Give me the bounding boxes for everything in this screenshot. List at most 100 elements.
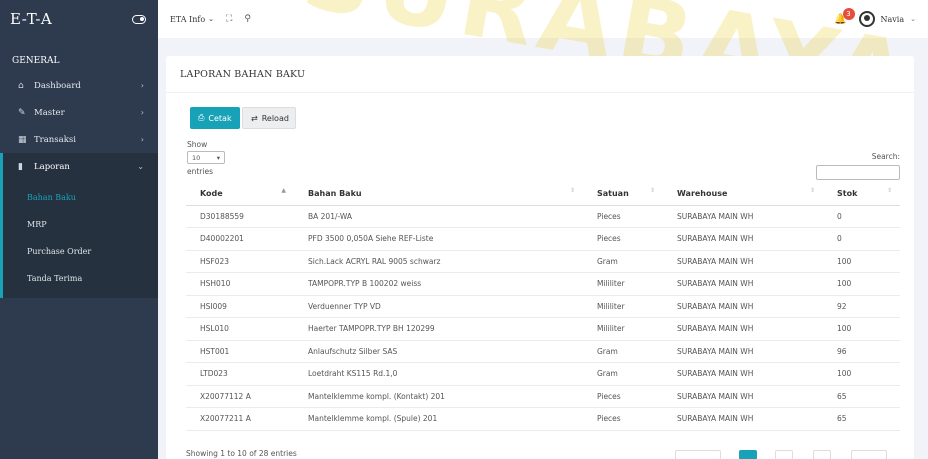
cell-warehouse: SURABAYA MAIN WH bbox=[663, 250, 823, 273]
sidebar-item-dashboard[interactable]: ⌂ Dashboard › bbox=[0, 72, 158, 99]
reload-button[interactable]: ⇄ Reload bbox=[242, 107, 296, 129]
card-divider bbox=[166, 92, 914, 93]
column-header-warehouse[interactable]: Warehouse ⇕ bbox=[663, 183, 823, 206]
sidebar-item-label: Master bbox=[34, 107, 65, 118]
chevron-down-icon: ⌄ bbox=[137, 162, 144, 171]
sidebar-submenu: Bahan Baku MRP Purchase Order Tanda Teri… bbox=[0, 180, 158, 298]
brand-title: E-T-A bbox=[10, 10, 53, 28]
cell-stok: 92 bbox=[823, 295, 900, 318]
sidebar-item-laporan[interactable]: ▮ Laporan ⌄ bbox=[0, 153, 158, 180]
cell-bahan-baku: Sich.Lack ACRYL RAL 9005 schwarz bbox=[294, 250, 583, 273]
entries-label: entries bbox=[187, 167, 213, 176]
sidebar-subitem-mrp[interactable]: MRP bbox=[3, 211, 158, 238]
eta-info-label: ETA Info bbox=[170, 14, 206, 24]
column-header-satuan[interactable]: Satuan ⇕ bbox=[583, 183, 663, 206]
cell-satuan: Pieces bbox=[583, 407, 663, 431]
column-header-label: Stok bbox=[837, 189, 858, 199]
cell-bahan-baku: TAMPOPR.TYP B 100202 weiss bbox=[294, 272, 583, 296]
column-header-bahan-baku[interactable]: Bahan Baku ⇕ bbox=[294, 183, 583, 206]
entries-select[interactable]: 10 ▾ bbox=[187, 151, 225, 164]
column-header-label: Kode bbox=[200, 189, 223, 199]
table-row: D30188559 BA 201/-WA Pieces SURABAYA MAIN W… bbox=[186, 205, 900, 228]
sidebar-section-title: GENERAL bbox=[12, 56, 60, 66]
cell-stok: 0 bbox=[823, 205, 900, 228]
cell-stok: 0 bbox=[823, 227, 900, 251]
print-button-label: Cetak bbox=[208, 113, 232, 123]
table-row: HSI009 Verduenner TYP VD Mililiter SURABAYA… bbox=[186, 295, 900, 318]
cell-warehouse: SURABAYA MAIN WH bbox=[663, 227, 823, 251]
sort-icon: ⇕ bbox=[886, 187, 892, 194]
fullscreen-icon[interactable]: ⛶ bbox=[226, 14, 232, 24]
column-header-label: Warehouse bbox=[677, 189, 728, 199]
cell-kode: X20077211 A bbox=[186, 407, 294, 431]
sidebar-item-label: Dashboard bbox=[34, 80, 81, 91]
pagination-page[interactable] bbox=[813, 450, 831, 459]
cell-bahan-baku: Anlaufschutz Silber SAS bbox=[294, 340, 583, 363]
cell-bahan-baku: Verduenner TYP VD bbox=[294, 295, 583, 318]
sidebar-item-label: Transaksi bbox=[34, 134, 76, 145]
chevron-right-icon: › bbox=[140, 135, 144, 144]
chevron-down-icon: ⌄ bbox=[208, 15, 215, 23]
chevron-right-icon: › bbox=[140, 81, 144, 90]
pagination-page[interactable] bbox=[775, 450, 793, 459]
cell-satuan: Mililiter bbox=[583, 317, 663, 341]
sidebar-item-transaksi[interactable]: ▦ Transaksi › bbox=[0, 126, 158, 153]
brand: E-T-A bbox=[0, 0, 158, 38]
table-row: HSF023 Sich.Lack ACRYL RAL 9005 schwarz Gr… bbox=[186, 250, 900, 273]
cell-bahan-baku: Loetdraht KS115 Rd.1,0 bbox=[294, 362, 583, 386]
notification-badge: 3 bbox=[842, 7, 855, 20]
bar-chart-icon: ▮ bbox=[18, 161, 23, 172]
table-row: X20077112 A Mantelklemme kompl. (Kontakt)… bbox=[186, 385, 900, 408]
user-menu[interactable]: Navia ⌄ bbox=[858, 11, 916, 27]
sidebar-subitem-tanda-terima[interactable]: Tanda Terima bbox=[3, 265, 158, 292]
sort-asc-icon: ▲ bbox=[281, 187, 286, 194]
notification-button[interactable]: 🔔 3 bbox=[834, 7, 855, 25]
page-title: LAPORAN BAHAN BAKU bbox=[180, 69, 306, 80]
cell-satuan: Pieces bbox=[583, 205, 663, 228]
cell-satuan: Mililiter bbox=[583, 272, 663, 296]
sidebar-item-master[interactable]: ✎ Master › bbox=[0, 99, 158, 126]
grid-icon: ▦ bbox=[18, 134, 27, 145]
cell-bahan-baku: PFD 3500 0,050A Siehe REF-Liste bbox=[294, 227, 583, 251]
cell-kode: HST001 bbox=[186, 340, 294, 363]
topbar: ETA Info ⌄ ⛶ ⚲ 🔔 3 Navia ⌄ bbox=[158, 0, 928, 38]
pagination-page-current[interactable] bbox=[739, 450, 757, 459]
chevron-right-icon: › bbox=[140, 108, 144, 117]
cell-stok: 100 bbox=[823, 250, 900, 273]
search-label: Search: bbox=[871, 152, 900, 161]
cell-satuan: Pieces bbox=[583, 385, 663, 408]
sidebar-subitem-purchase-order[interactable]: Purchase Order bbox=[3, 238, 158, 265]
user-name: Navia bbox=[880, 14, 905, 24]
pagination-next[interactable] bbox=[851, 450, 887, 459]
caret-down-icon: ▾ bbox=[216, 153, 220, 162]
cell-kode: HSL010 bbox=[186, 317, 294, 341]
table-row: HSL010 Haerter TAMPOPR.TYP BH 120299 Milil… bbox=[186, 317, 900, 341]
topbar-right: 🔔 3 Navia ⌄ bbox=[834, 7, 916, 27]
cell-stok: 65 bbox=[823, 385, 900, 408]
cell-warehouse: SURABAYA MAIN WH bbox=[663, 272, 823, 296]
sidebar-toggle-icon[interactable] bbox=[132, 14, 146, 24]
edit-icon: ✎ bbox=[18, 107, 26, 118]
reload-button-label: Reload bbox=[261, 113, 289, 123]
column-header-label: Satuan bbox=[597, 189, 629, 199]
column-header-kode[interactable]: Kode ▲ bbox=[186, 183, 294, 206]
cell-stok: 100 bbox=[823, 317, 900, 341]
sort-icon: ⇕ bbox=[649, 187, 655, 194]
search-input[interactable] bbox=[816, 165, 900, 180]
cell-kode: HSI009 bbox=[186, 295, 294, 318]
cell-kode: HSF023 bbox=[186, 250, 294, 273]
table-row: D40002201 PFD 3500 0,050A Siehe REF-Liste… bbox=[186, 227, 900, 251]
entries-select-value: 10 bbox=[192, 153, 201, 162]
table-header-row: Kode ▲ Bahan Baku ⇕ Satuan ⇕ Warehouse ⇕ Sto… bbox=[186, 183, 900, 206]
eta-info-menu[interactable]: ETA Info ⌄ bbox=[170, 15, 214, 24]
cell-warehouse: SURABAYA MAIN WH bbox=[663, 340, 823, 363]
pagination-previous[interactable] bbox=[675, 450, 721, 459]
cell-kode: D40002201 bbox=[186, 227, 294, 251]
column-header-stok[interactable]: Stok ⇕ bbox=[823, 183, 900, 206]
sidebar-subitem-bahan-baku[interactable]: Bahan Baku bbox=[3, 184, 158, 211]
print-button[interactable]: ⎙ Cetak bbox=[190, 107, 240, 129]
cell-kode: HSH010 bbox=[186, 272, 294, 296]
report-card: LAPORAN BAHAN BAKU ⎙ Cetak ⇄ Reload Show… bbox=[166, 56, 914, 459]
search-icon[interactable]: ⚲ bbox=[244, 14, 251, 24]
cell-bahan-baku: Mantelklemme kompl. (Kontakt) 201 bbox=[294, 385, 583, 408]
